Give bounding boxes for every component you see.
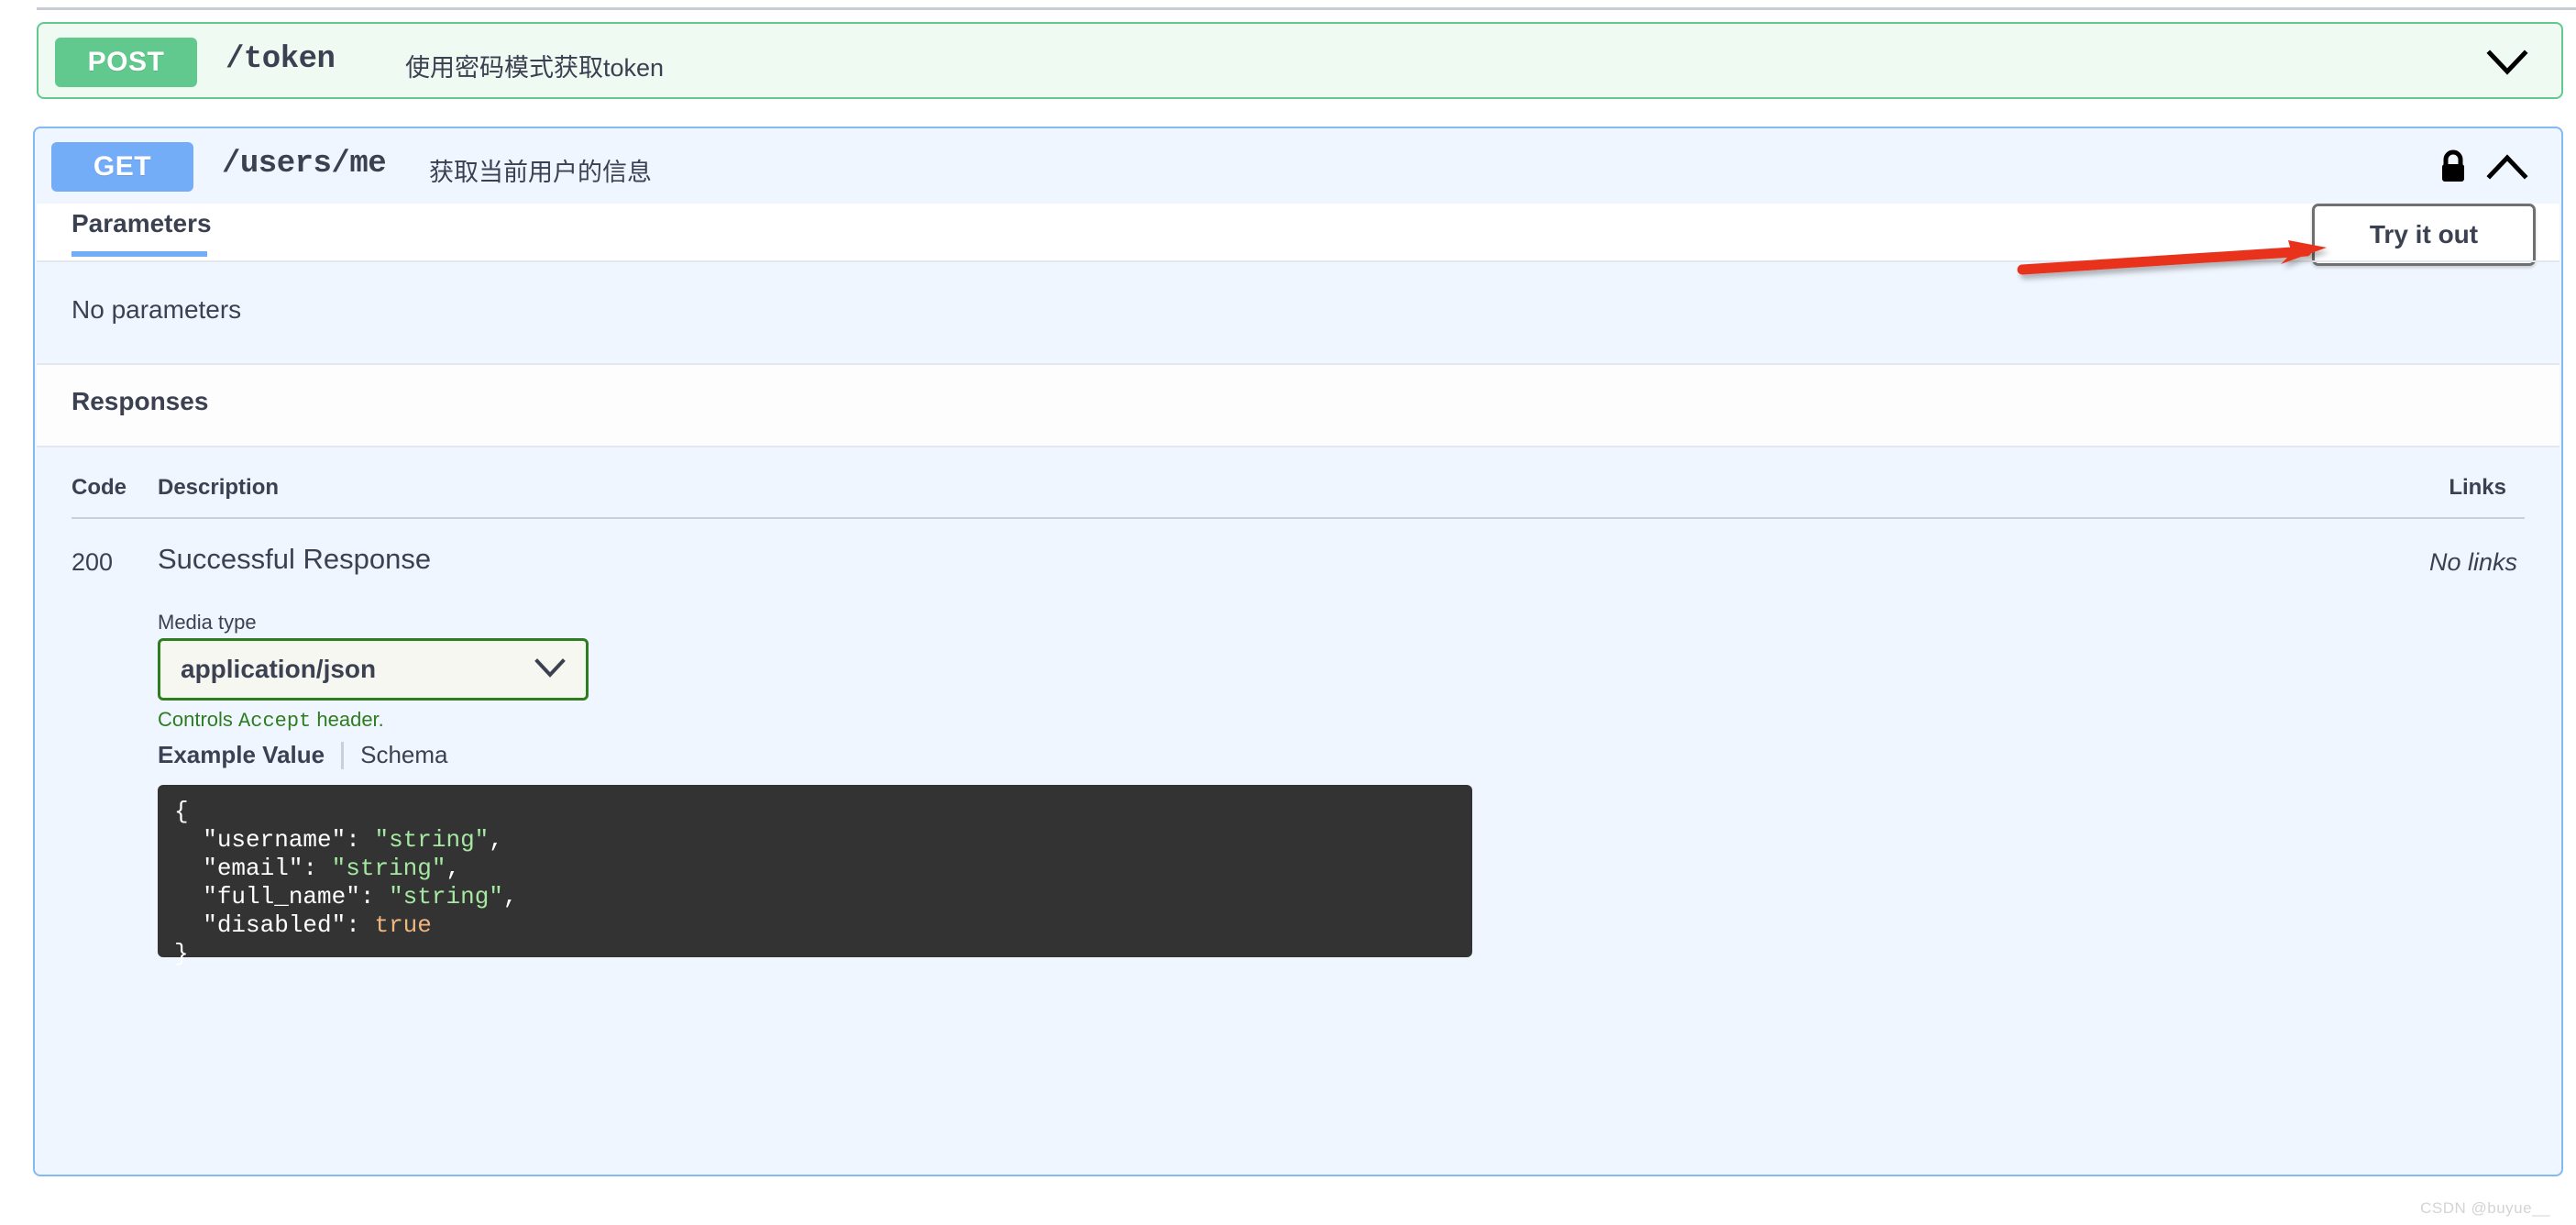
tab-schema[interactable]: Schema — [360, 741, 447, 769]
chevron-down-icon — [534, 656, 566, 681]
hint-suffix: header. — [311, 708, 384, 731]
response-description: Successful Response — [158, 543, 432, 575]
json-key: "full_name" — [203, 883, 360, 910]
operation-header[interactable]: POST /token 使用密码模式获取token — [39, 24, 2561, 101]
column-header-code: Code — [72, 475, 127, 500]
watermark: CSDN @buyue__ — [2420, 1199, 2550, 1217]
operation-summary: 获取当前用户的信息 — [429, 159, 652, 186]
lock-closed-icon[interactable] — [2437, 149, 2470, 185]
operation-post-token[interactable]: POST /token 使用密码模式获取token — [37, 22, 2563, 99]
operation-header[interactable]: GET /users/me 获取当前用户的信息 — [35, 128, 2561, 205]
controls-accept-hint: Controls Accept header. — [158, 708, 384, 733]
hint-accept-keyword: Accept — [238, 710, 312, 733]
chevron-up-icon[interactable] — [2486, 152, 2528, 182]
tab-parameters[interactable]: Parameters — [72, 209, 212, 238]
annotation-arrow-icon — [2017, 237, 2347, 288]
json-comma: , — [502, 883, 518, 910]
media-type-value: application/json — [181, 655, 377, 683]
operation-path: /token — [226, 42, 336, 77]
example-schema-tabs: Example Value Schema — [158, 741, 448, 769]
json-key: "email" — [203, 855, 303, 882]
json-key: "username" — [203, 826, 347, 854]
example-value-code-block: { "username": "string", "email": "string… — [158, 785, 1472, 967]
json-value: "string" — [374, 826, 490, 854]
column-header-links: Links — [2449, 475, 2506, 500]
column-header-description: Description — [158, 475, 280, 500]
media-type-label: Media type — [158, 611, 257, 634]
response-links: No links — [2428, 548, 2517, 576]
http-method-badge: POST — [55, 38, 197, 87]
swagger-ui-page: POST /token 使用密码模式获取token GET /users/me … — [0, 0, 2576, 1225]
hint-prefix: Controls — [158, 708, 239, 731]
json-open-brace: { — [174, 798, 189, 825]
json-close-brace: } — [174, 940, 189, 967]
http-method-badge: GET — [51, 142, 193, 192]
responses-title: Responses — [72, 387, 209, 415]
json-comma: , — [489, 826, 503, 854]
media-type-select[interactable]: application/json — [158, 638, 589, 701]
json-value: "string" — [389, 883, 503, 910]
no-parameters-message: No parameters — [72, 295, 242, 324]
json-value: "string" — [331, 855, 446, 882]
top-divider — [37, 7, 2576, 10]
json-key: "disabled" — [203, 911, 347, 939]
operation-path: /users/me — [222, 147, 387, 182]
responses-heading-band: Responses — [37, 365, 2559, 446]
json-value: true — [374, 911, 432, 939]
chevron-down-icon[interactable] — [2486, 48, 2528, 77]
tab-active-indicator — [72, 251, 207, 257]
operation-summary: 使用密码模式获取token — [405, 54, 665, 82]
table-header-rule — [72, 517, 2525, 519]
response-code: 200 — [72, 548, 114, 576]
tab-example-value[interactable]: Example Value — [158, 741, 325, 769]
tab-divider — [341, 741, 345, 769]
responses-bottom-divider — [37, 446, 2559, 447]
json-comma: , — [446, 855, 461, 882]
